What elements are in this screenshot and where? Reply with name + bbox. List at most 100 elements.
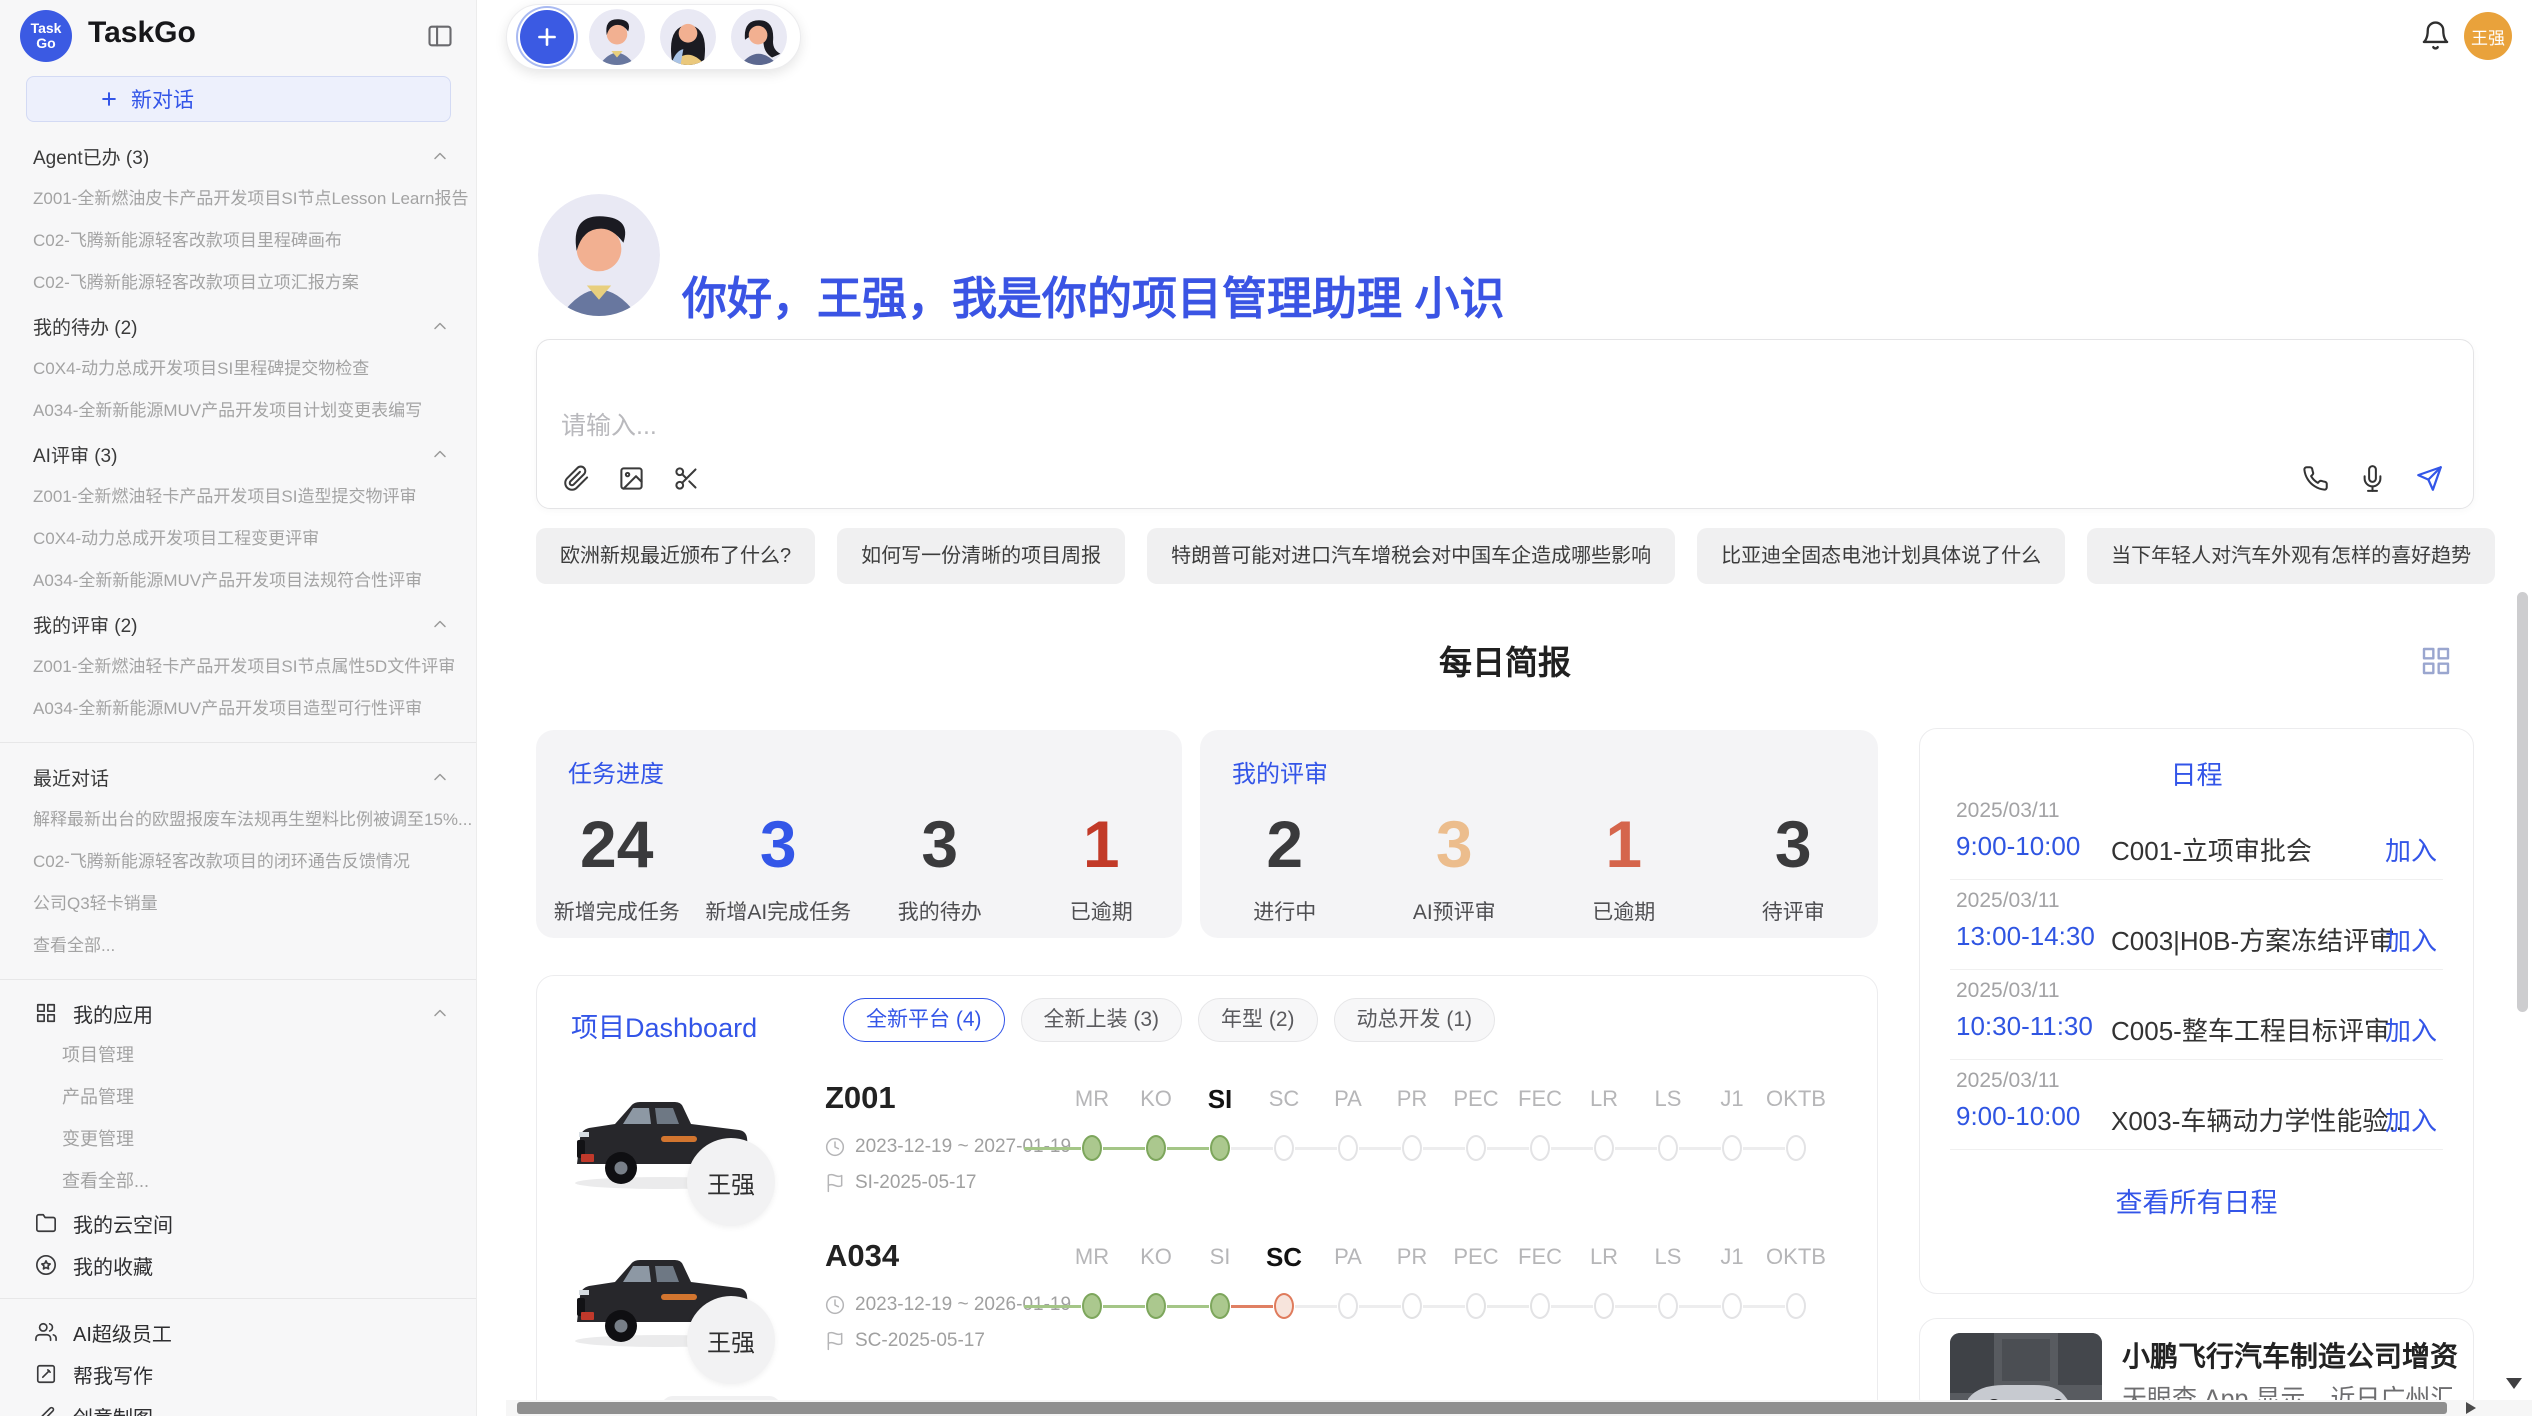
chat-input[interactable] <box>559 400 2063 452</box>
microphone-icon[interactable] <box>2359 465 2386 492</box>
suggestion-chip[interactable]: 比亚迪全固态电池计划具体说了什么 <box>1697 528 2065 584</box>
join-meeting-link[interactable]: 加入 <box>2385 831 2437 868</box>
layout-grid-icon[interactable] <box>2420 645 2452 677</box>
milestone-dot[interactable] <box>1146 1135 1166 1161</box>
app-link[interactable]: 产品管理 <box>0 1076 476 1118</box>
sidebar-item[interactable]: Z001-全新燃油皮卡产品开发项目SI节点Lesson Learn报告 <box>0 178 476 220</box>
milestone-dot[interactable] <box>1210 1135 1230 1161</box>
dashboard-tab[interactable]: 全新平台 (4) <box>843 998 1005 1042</box>
milestone-dot[interactable] <box>1658 1293 1678 1319</box>
recent-chat-item[interactable]: 公司Q3轻卡销量 <box>0 883 476 925</box>
milestone-dot[interactable] <box>1594 1293 1614 1319</box>
project-flag-milestone: SC-2025-05-17 <box>825 1330 985 1352</box>
sidebar-item[interactable]: C0X4-动力总成开发项目SI里程碑提交物检查 <box>0 348 476 390</box>
collapse-sidebar-icon[interactable] <box>426 22 454 50</box>
sidebar-item-folder[interactable]: 我的云空间 <box>0 1202 476 1244</box>
milestone-dot[interactable] <box>1466 1293 1486 1319</box>
suggestion-chip[interactable]: 当下年轻人对汽车外观有怎样的喜好趋势 <box>2087 528 2495 584</box>
app-link[interactable]: 项目管理 <box>0 1034 476 1076</box>
scroll-right-arrow[interactable] <box>2466 1402 2476 1414</box>
milestone-dot[interactable] <box>1466 1135 1486 1161</box>
milestone-dot[interactable] <box>1402 1135 1422 1161</box>
join-meeting-link[interactable]: 加入 <box>2385 1011 2437 1048</box>
dashboard-tab[interactable]: 年型 (2) <box>1198 998 1318 1042</box>
view-all-schedule-link[interactable]: 查看所有日程 <box>1920 1181 2473 1220</box>
attachment-icon[interactable] <box>563 465 590 492</box>
sidebar-item[interactable]: A034-全新新能源MUV产品开发项目造型可行性评审 <box>0 688 476 730</box>
milestone-dot[interactable] <box>1082 1293 1102 1319</box>
app-link[interactable]: 变更管理 <box>0 1118 476 1160</box>
sidebar-item-quill[interactable]: 创意制图 <box>0 1395 476 1416</box>
recent-chat-item[interactable]: C02-飞腾新能源轻客改款项目的闭环通告反馈情况 <box>0 841 476 883</box>
section-title: 我的待办 (2) <box>33 313 138 340</box>
new-chat-button[interactable]: 新对话 <box>26 76 451 122</box>
milestone-dot[interactable] <box>1530 1135 1550 1161</box>
sidebar-section-header[interactable]: AI评审 (3) <box>0 432 476 476</box>
milestone-dot[interactable] <box>1338 1293 1358 1319</box>
milestone-dot[interactable] <box>1338 1135 1358 1161</box>
sidebar-item[interactable]: C02-飞腾新能源轻客改款项目立项汇报方案 <box>0 262 476 304</box>
send-icon[interactable] <box>2416 465 2443 492</box>
dashboard-tab[interactable]: 全新上装 (3) <box>1021 998 1183 1042</box>
sidebar-item[interactable]: A034-全新新能源MUV产品开发项目法规符合性评审 <box>0 560 476 602</box>
sidebar-item[interactable]: Z001-全新燃油轻卡产品开发项目SI造型提交物评审 <box>0 476 476 518</box>
schedule-date: 2025/03/11 <box>1956 979 2437 1003</box>
milestone-dot[interactable] <box>1274 1293 1294 1319</box>
milestone-dot[interactable] <box>1722 1135 1742 1161</box>
image-upload-icon[interactable] <box>618 465 645 492</box>
view-all-recent-link[interactable]: 查看全部... <box>0 925 476 967</box>
join-meeting-link[interactable]: 加入 <box>2385 1101 2437 1138</box>
sidebar-item[interactable]: Z001-全新燃油轻卡产品开发项目SI节点属性5D文件评审 <box>0 646 476 688</box>
notification-bell-icon[interactable] <box>2420 20 2451 51</box>
sidebar-recent-header[interactable]: 最近对话 <box>0 755 476 799</box>
suggestion-chip[interactable]: 欧洲新规最近颁布了什么? <box>536 528 815 584</box>
suggestion-chip[interactable]: 如何写一份清晰的项目周报 <box>837 528 1125 584</box>
milestone-dot[interactable] <box>1722 1293 1742 1319</box>
add-agent-button[interactable] <box>520 10 574 64</box>
scroll-down-arrow[interactable] <box>2506 1378 2522 1389</box>
sidebar-item[interactable]: A034-全新新能源MUV产品开发项目计划变更表编写 <box>0 390 476 432</box>
milestone-labels: MRKOSISCPAPRPECFECLRLSJ1OKTB <box>1060 1240 1828 1274</box>
schedule-time: 9:00-10:00 <box>1956 1101 2080 1132</box>
milestone-dot[interactable] <box>1594 1135 1614 1161</box>
sidebar-section-header[interactable]: Agent已办 (3) <box>0 134 476 178</box>
milestone-dot[interactable] <box>1402 1293 1422 1319</box>
milestone-dot[interactable] <box>1786 1135 1806 1161</box>
dashboard-tab[interactable]: 动总开发 (1) <box>1334 998 1496 1042</box>
project-name[interactable]: A034 <box>825 1238 899 1274</box>
milestone-dot[interactable] <box>1274 1135 1294 1161</box>
sidebar-item[interactable]: C02-飞腾新能源轻客改款项目里程碑画布 <box>0 220 476 262</box>
milestone-dot[interactable] <box>1146 1293 1166 1319</box>
sidebar-item-people[interactable]: AI超级员工 <box>0 1311 476 1353</box>
view-all-apps-link[interactable]: 查看全部... <box>0 1160 476 1202</box>
sidebar-item-write[interactable]: 帮我写作 <box>0 1353 476 1395</box>
recent-chat-item[interactable]: 解释最新出台的欧盟报废车法规再生塑料比例被调至15%... <box>0 799 476 841</box>
milestone-dot[interactable] <box>1658 1135 1678 1161</box>
agent-avatar[interactable] <box>660 9 716 65</box>
sidebar-item[interactable]: C0X4-动力总成开发项目工程变更评审 <box>0 518 476 560</box>
chevron-up-icon <box>430 1003 450 1023</box>
user-avatar[interactable]: 王强 <box>2464 12 2512 60</box>
milestone-line <box>1295 1147 1337 1150</box>
chat-input-box[interactable] <box>536 339 2474 509</box>
suggestion-chip[interactable]: 特朗普可能对进口汽车增税会对中国车企造成哪些影响 <box>1147 528 1675 584</box>
sidebar-item-my-apps[interactable]: 我的应用 <box>0 992 476 1034</box>
voice-call-icon[interactable] <box>2302 465 2329 492</box>
milestone-label: FEC <box>1508 1082 1572 1116</box>
sidebar-item-star[interactable]: 我的收藏 <box>0 1244 476 1286</box>
join-meeting-link[interactable]: 加入 <box>2385 921 2437 958</box>
sidebar-section-header[interactable]: 我的评审 (2) <box>0 602 476 646</box>
milestone-dot[interactable] <box>1210 1293 1230 1319</box>
project-name[interactable]: Z001 <box>825 1080 896 1116</box>
scissors-icon[interactable] <box>673 465 700 492</box>
milestone-line <box>1231 1147 1273 1150</box>
agent-avatar[interactable] <box>731 9 787 65</box>
milestone-line <box>1615 1305 1657 1308</box>
horizontal-scrollbar-thumb[interactable] <box>517 1402 2447 1414</box>
milestone-dot[interactable] <box>1082 1135 1102 1161</box>
agent-avatar[interactable] <box>589 9 645 65</box>
milestone-dot[interactable] <box>1530 1293 1550 1319</box>
vertical-scrollbar-thumb[interactable] <box>2517 592 2528 1012</box>
milestone-dot[interactable] <box>1786 1293 1806 1319</box>
sidebar-section-header[interactable]: 我的待办 (2) <box>0 304 476 348</box>
